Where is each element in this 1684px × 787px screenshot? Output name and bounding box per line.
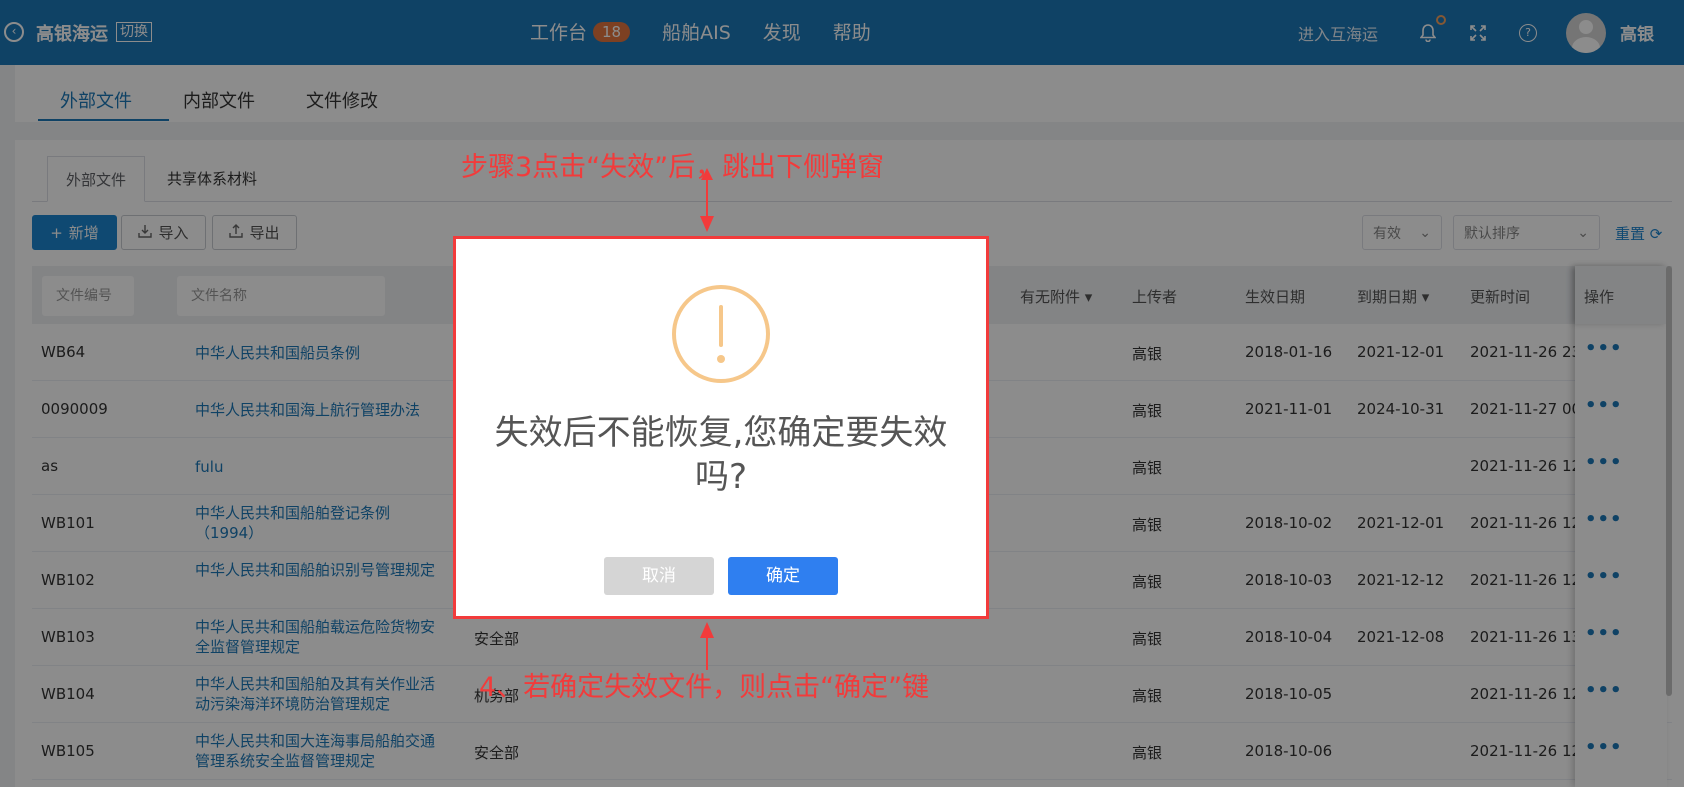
- cancel-button[interactable]: 取消: [604, 557, 714, 595]
- annotation-arrow-down-line: [706, 180, 708, 220]
- annotation-arrow-top-head: [701, 168, 713, 180]
- confirm-message: 失效后不能恢复,您确定要失效吗?: [494, 413, 948, 497]
- annotation-arrow-down-head: [700, 216, 714, 232]
- annotation-step3: 步骤3点击“失效”后，跳出下侧弹窗: [461, 152, 885, 183]
- confirm-invalidate-dialog: 失效后不能恢复,您确定要失效吗? 取消 确定: [453, 236, 989, 619]
- annotation-step4: 4、若确定失效文件，则点击“确定”键: [479, 672, 930, 703]
- warning-icon: [672, 285, 770, 383]
- confirm-button[interactable]: 确定: [728, 557, 838, 595]
